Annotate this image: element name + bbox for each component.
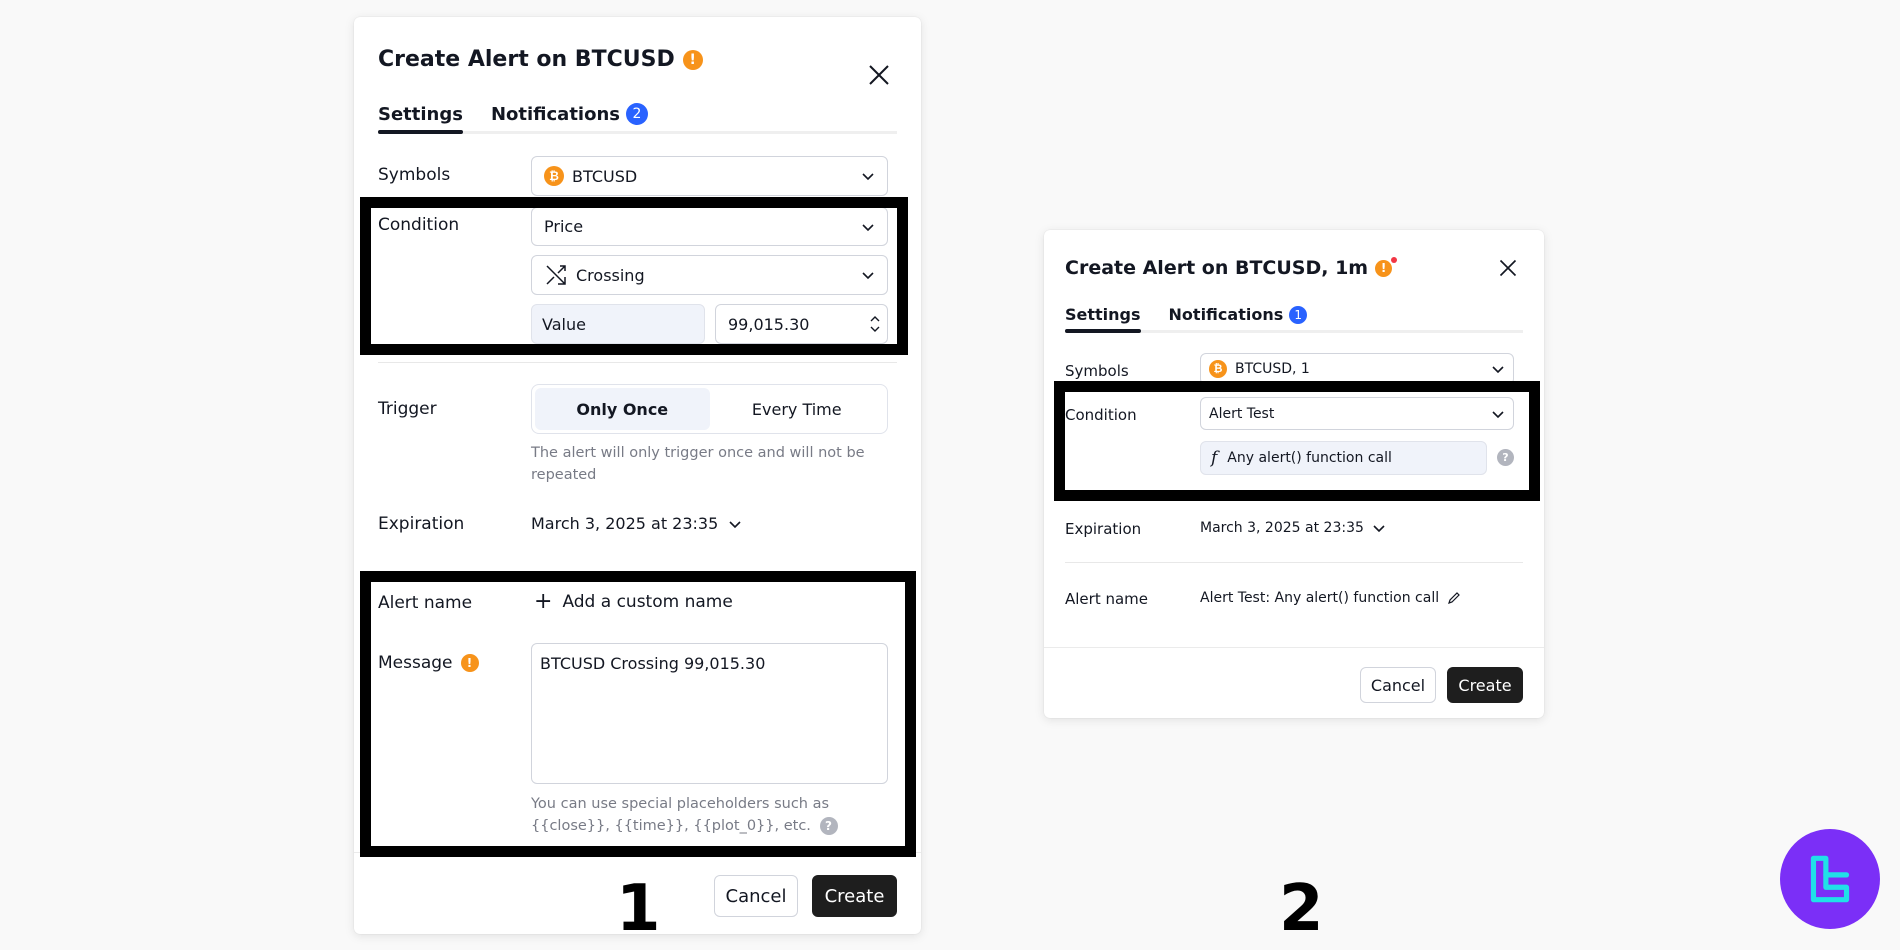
dialog-title-text: Create Alert on BTCUSD, 1m	[1065, 257, 1369, 279]
value-label-text: Value	[542, 314, 586, 334]
condition-operator-value: Crossing	[576, 265, 645, 285]
message-label: Message	[378, 653, 453, 673]
crossing-icon	[546, 265, 566, 285]
message-label-row: Message !	[378, 653, 479, 673]
symbols-label: Symbols	[378, 165, 451, 185]
close-icon[interactable]	[1498, 258, 1518, 278]
expiration-value: March 3, 2025 at 23:35	[531, 514, 719, 533]
tab-notifications[interactable]: Notifications 2	[490, 103, 649, 131]
condition-label: Condition	[378, 215, 460, 235]
trigger-every-time-button[interactable]: Every Time	[710, 388, 885, 430]
message-textarea[interactable]: BTCUSD Crossing 99,015.30	[531, 643, 888, 784]
symbol-select-value: BTCUSD	[572, 166, 638, 186]
tab-notifications-label: Notifications	[490, 103, 621, 125]
tab-bar: Settings Notifications 1	[1065, 305, 1523, 333]
stepper-up-icon[interactable]	[869, 314, 881, 324]
condition-source-value: Alert Test	[1209, 405, 1275, 422]
section-divider	[378, 362, 897, 363]
value-type-label: Value	[531, 304, 705, 344]
notifications-count-badge: 1	[1289, 305, 1308, 324]
warning-icon[interactable]: !	[460, 654, 479, 672]
warning-icon[interactable]: !	[1375, 256, 1398, 277]
chevron-down-icon	[1492, 366, 1504, 374]
expiration-value: March 3, 2025 at 23:35	[1200, 520, 1364, 536]
add-custom-name-button[interactable]: + Add a custom name	[534, 591, 733, 613]
symbol-select[interactable]: ₿ BTCUSD, 1	[1200, 353, 1514, 385]
expiration-dropdown[interactable]: March 3, 2025 at 23:35	[531, 514, 742, 533]
create-alert-dialog-1: Create Alert on BTCUSD ! Settings Notifi…	[354, 17, 921, 934]
condition-source-select[interactable]: Alert Test	[1200, 397, 1514, 430]
trigger-toggle: Only Once Every Time	[531, 384, 888, 434]
alert-name-value-row: Alert Test: Any alert() function call	[1200, 590, 1461, 606]
value-input-text: 99,015.30	[728, 314, 810, 334]
cancel-button[interactable]: Cancel	[1360, 667, 1436, 703]
expiration-label: Expiration	[378, 514, 465, 534]
message-hint-text: You can use special placeholders such as…	[531, 796, 830, 834]
symbols-label: Symbols	[1065, 362, 1129, 380]
alert-name-label: Alert name	[378, 593, 473, 613]
section-divider	[1065, 562, 1523, 563]
alert-name-label: Alert name	[1065, 590, 1149, 608]
stepper-down-icon[interactable]	[869, 324, 881, 334]
chevron-down-icon	[862, 272, 874, 280]
caption-number-1: 1	[616, 872, 661, 946]
tab-settings-label: Settings	[378, 103, 463, 125]
chevron-down-icon	[1492, 410, 1504, 418]
footer-divider	[354, 852, 921, 853]
add-custom-name-label: Add a custom name	[562, 592, 733, 612]
tab-notifications-label: Notifications	[1168, 305, 1284, 324]
pencil-icon[interactable]	[1447, 591, 1461, 605]
warning-icon[interactable]: !	[682, 49, 703, 70]
dialog-title: Create Alert on BTCUSD !	[378, 47, 703, 72]
brand-logo-mark	[1810, 855, 1850, 903]
message-text: BTCUSD Crossing 99,015.30	[540, 654, 766, 673]
symbol-select[interactable]: ₿ BTCUSD	[531, 156, 888, 196]
help-icon[interactable]: ?	[819, 817, 838, 835]
dialog-title-text: Create Alert on BTCUSD	[378, 47, 675, 72]
plus-icon: +	[534, 589, 553, 614]
dialog-title: Create Alert on BTCUSD, 1m !	[1065, 256, 1398, 279]
tab-settings[interactable]: Settings	[1065, 305, 1141, 333]
chevron-down-icon	[1373, 525, 1385, 533]
create-button[interactable]: Create	[812, 875, 897, 917]
message-hint: You can use special placeholders such as…	[531, 793, 881, 837]
unread-dot	[1391, 256, 1398, 263]
trigger-hint: The alert will only trigger once and wil…	[531, 445, 865, 483]
expiration-dropdown[interactable]: March 3, 2025 at 23:35	[1200, 520, 1386, 536]
trigger-label: Trigger	[378, 399, 437, 419]
chevron-down-icon	[862, 223, 874, 231]
bitcoin-icon: ₿	[544, 166, 564, 186]
condition-label: Condition	[1065, 406, 1137, 424]
close-icon[interactable]	[867, 63, 891, 87]
help-icon[interactable]: ?	[1497, 449, 1514, 466]
footer-divider	[1044, 647, 1544, 648]
alert-name-value: Alert Test: Any alert() function call	[1200, 590, 1440, 606]
tab-notifications[interactable]: Notifications 1	[1169, 305, 1308, 330]
brand-logo	[1780, 829, 1880, 929]
trigger-only-once-button[interactable]: Only Once	[535, 388, 710, 430]
condition-source-value: Price	[544, 217, 584, 236]
tab-settings[interactable]: Settings	[378, 103, 463, 134]
chevron-down-icon	[862, 173, 874, 181]
value-input[interactable]: 99,015.30	[715, 304, 888, 344]
bitcoin-icon: ₿	[1209, 360, 1227, 378]
alert-function-field[interactable]: f Any alert() function call	[1200, 441, 1487, 475]
notifications-count-badge: 2	[626, 103, 649, 125]
tab-settings-label: Settings	[1065, 305, 1141, 324]
caption-number-2: 2	[1279, 872, 1324, 946]
warning-glyph: !	[1380, 260, 1387, 275]
cancel-button[interactable]: Cancel	[714, 875, 798, 917]
function-icon: f	[1211, 448, 1218, 468]
chevron-down-icon	[729, 520, 741, 528]
alert-function-value: Any alert() function call	[1227, 450, 1392, 466]
create-alert-dialog-2: Create Alert on BTCUSD, 1m ! Settings No…	[1044, 230, 1544, 718]
symbol-select-value: BTCUSD, 1	[1235, 361, 1310, 377]
create-button[interactable]: Create	[1447, 667, 1523, 703]
value-stepper[interactable]	[869, 314, 881, 334]
expiration-label: Expiration	[1065, 520, 1142, 538]
condition-operator-select[interactable]: Crossing	[531, 255, 888, 295]
condition-source-select[interactable]: Price	[531, 207, 888, 246]
tab-bar: Settings Notifications 2	[378, 103, 897, 134]
